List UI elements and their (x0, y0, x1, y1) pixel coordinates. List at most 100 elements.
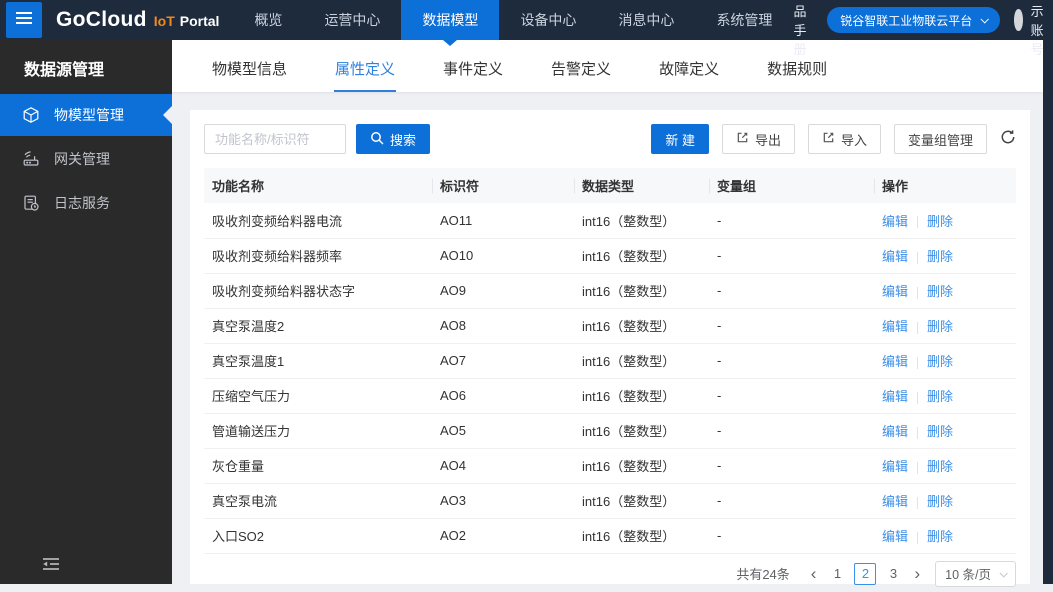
search-input[interactable] (204, 124, 346, 154)
page-size-select[interactable]: 10 条/页 (935, 561, 1016, 587)
tab-4[interactable]: 告警定义 (550, 58, 612, 92)
top-nav-item-4[interactable]: 设备中心 (499, 0, 597, 40)
edit-link[interactable]: 编辑 (882, 284, 908, 299)
cell-name: 吸收剂变频给料器状态字 (204, 273, 432, 308)
sidebar-menu: 物模型管理网关管理日志服务 (0, 94, 172, 224)
hamburger-icon (15, 11, 33, 30)
variable-group-manage-label: 变量组管理 (908, 130, 973, 149)
table-row: 真空泵温度1AO7int16（整数型）-编辑删除 (204, 343, 1016, 378)
delete-link[interactable]: 删除 (927, 319, 953, 334)
edit-link[interactable]: 编辑 (882, 214, 908, 229)
page-button-1[interactable]: 1 (826, 563, 848, 585)
menu-toggle-button[interactable] (6, 2, 42, 38)
cell-actions: 编辑 删除 (874, 413, 1016, 448)
refresh-button[interactable] (1000, 129, 1016, 150)
action-divider (917, 357, 918, 369)
page-button-2[interactable]: 2 (854, 563, 876, 585)
sidebar-item-1[interactable]: 物模型管理 (0, 94, 172, 136)
sidebar-item-label: 网关管理 (54, 149, 110, 169)
cube-icon (22, 106, 40, 124)
edit-link[interactable]: 编辑 (882, 424, 908, 439)
cell-group: - (709, 518, 874, 553)
column-header-4: 变量组 (709, 168, 874, 203)
delete-link[interactable]: 删除 (927, 424, 953, 439)
brand-main: GoCloud (56, 8, 147, 32)
action-divider (917, 497, 918, 509)
delete-link[interactable]: 删除 (927, 214, 953, 229)
top-nav-item-1[interactable]: 概览 (233, 0, 303, 40)
brand-logo: GoCloud IoT Portal (56, 8, 219, 32)
cell-datatype: int16（整数型） (574, 238, 709, 273)
delete-link[interactable]: 删除 (927, 529, 953, 544)
sidebar-collapse-button[interactable] (40, 555, 62, 578)
delete-link[interactable]: 删除 (927, 389, 953, 404)
table-row: 吸收剂变频给料器状态字AO9int16（整数型）-编辑删除 (204, 273, 1016, 308)
top-nav-item-6[interactable]: 系统管理 (695, 0, 793, 40)
export-button[interactable]: 导出 (722, 124, 795, 154)
cell-group: - (709, 413, 874, 448)
table-row: 灰仓重量AO4int16（整数型）-编辑删除 (204, 448, 1016, 483)
table-row: 吸收剂变频给料器电流AO11int16（整数型）-编辑删除 (204, 203, 1016, 238)
cell-actions: 编辑 删除 (874, 483, 1016, 518)
top-nav-menu: 概览运营中心数据模型设备中心消息中心系统管理 (233, 0, 793, 40)
cell-group: - (709, 203, 874, 238)
cell-identifier: AO8 (432, 308, 574, 343)
page-button-3[interactable]: 3 (882, 563, 904, 585)
top-nav-item-5[interactable]: 消息中心 (597, 0, 695, 40)
account-name: 演示账号 (1031, 0, 1051, 58)
sidebar-item-3[interactable]: 日志服务 (0, 182, 172, 224)
pagination-bar: 共有24条 ‹ 123 › 10 条/页 (204, 556, 1016, 592)
product-manual-link[interactable]: 产品手册 (793, 0, 813, 58)
top-nav-item-2[interactable]: 运营中心 (303, 0, 401, 40)
cell-name: 入口SO2 (204, 518, 432, 553)
tab-2[interactable]: 属性定义 (334, 58, 396, 92)
prev-page-icon[interactable]: ‹ (804, 565, 824, 582)
total-count: 共有24条 (736, 564, 789, 583)
attributes-table: 功能名称标识符数据类型变量组操作 吸收剂变频给料器电流AO11int16（整数型… (204, 168, 1016, 554)
delete-link[interactable]: 删除 (927, 354, 953, 369)
column-header-2: 标识符 (432, 168, 574, 203)
table-header-row: 功能名称标识符数据类型变量组操作 (204, 168, 1016, 203)
variable-group-manage-button[interactable]: 变量组管理 (894, 124, 987, 154)
edit-link[interactable]: 编辑 (882, 354, 908, 369)
gateway-icon (22, 150, 40, 168)
delete-link[interactable]: 删除 (927, 249, 953, 264)
platform-select[interactable]: 锐谷智联工业物联云平台 (827, 7, 1000, 33)
sidebar: 数据源管理 物模型管理网关管理日志服务 (0, 40, 172, 584)
log-icon (22, 194, 40, 212)
new-button[interactable]: 新 建 (651, 124, 709, 154)
tab-1[interactable]: 物模型信息 (211, 58, 288, 92)
cell-identifier: AO2 (432, 518, 574, 553)
tab-6[interactable]: 数据规则 (766, 58, 828, 92)
table-row: 真空泵温度2AO8int16（整数型）-编辑删除 (204, 308, 1016, 343)
cell-actions: 编辑 删除 (874, 448, 1016, 483)
edit-link[interactable]: 编辑 (882, 319, 908, 334)
chevron-down-icon (981, 15, 989, 23)
avatar[interactable] (1014, 9, 1022, 31)
delete-link[interactable]: 删除 (927, 459, 953, 474)
cell-name: 吸收剂变频给料器电流 (204, 203, 432, 238)
sidebar-title: 数据源管理 (0, 40, 172, 94)
content-body: 搜索 新 建 导出 (172, 92, 1043, 584)
edit-link[interactable]: 编辑 (882, 389, 908, 404)
next-page-icon[interactable]: › (907, 565, 927, 582)
cell-group: - (709, 343, 874, 378)
cell-identifier: AO4 (432, 448, 574, 483)
edit-link[interactable]: 编辑 (882, 249, 908, 264)
edit-link[interactable]: 编辑 (882, 529, 908, 544)
cell-group: - (709, 378, 874, 413)
edit-link[interactable]: 编辑 (882, 494, 908, 509)
page-size-label: 10 条/页 (945, 564, 991, 583)
edit-link[interactable]: 编辑 (882, 459, 908, 474)
delete-link[interactable]: 删除 (927, 494, 953, 509)
tab-3[interactable]: 事件定义 (442, 58, 504, 92)
search-button[interactable]: 搜索 (356, 124, 430, 154)
import-button[interactable]: 导入 (808, 124, 881, 154)
cell-name: 管道输送压力 (204, 413, 432, 448)
tab-5[interactable]: 故障定义 (658, 58, 720, 92)
sidebar-item-2[interactable]: 网关管理 (0, 138, 172, 180)
delete-link[interactable]: 删除 (927, 284, 953, 299)
cell-identifier: AO5 (432, 413, 574, 448)
top-nav-item-3[interactable]: 数据模型 (401, 0, 499, 40)
cell-actions: 编辑 删除 (874, 378, 1016, 413)
